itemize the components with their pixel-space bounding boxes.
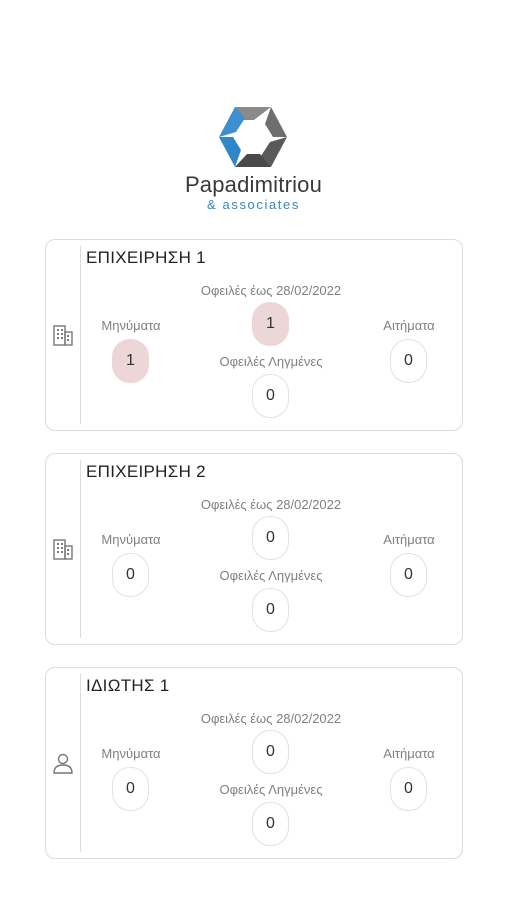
overdue-label: Οφειλές Ληγμένες: [219, 782, 323, 797]
messages-label: Μηνύματα: [101, 532, 161, 547]
requests-count[interactable]: 0: [390, 339, 427, 383]
entity-card-1[interactable]: ΕΠΙΧΕΙΡΗΣΗ 1 Οφειλές έως 28/02/2022 1 Μη…: [45, 239, 463, 431]
requests-label: Αιτήματα: [383, 746, 435, 761]
overdue-label: Οφειλές Ληγμένες: [219, 568, 323, 583]
requests-count[interactable]: 0: [390, 553, 427, 597]
logo-hexagon-icon: [219, 107, 287, 167]
due-label: Οφειλές έως 28/02/2022: [200, 497, 342, 512]
overdue-count[interactable]: 0: [252, 802, 289, 846]
person-icon: [53, 753, 73, 774]
overdue-label: Οφειλές Ληγμένες: [219, 354, 323, 369]
messages-count[interactable]: 0: [112, 767, 149, 811]
entity-card-3[interactable]: ΙΔΙΩΤΗΣ 1 Οφειλές έως 28/02/2022 0 Μηνύμ…: [45, 667, 463, 859]
card-title: ΕΠΙΧΕΙΡΗΣΗ 2: [86, 462, 206, 481]
requests-label: Αιτήματα: [383, 318, 435, 333]
card-divider: [80, 674, 81, 852]
messages-label: Μηνύματα: [101, 318, 161, 333]
brand-subtitle: & associates: [207, 197, 300, 212]
overdue-count[interactable]: 0: [252, 374, 289, 418]
due-count[interactable]: 0: [252, 730, 289, 774]
building-icon: [53, 539, 73, 560]
card-icon-column: [46, 668, 80, 858]
brand-name: Papadimitriou: [184, 172, 323, 197]
due-label: Οφειλές έως 28/02/2022: [200, 711, 342, 726]
overdue-count[interactable]: 0: [252, 588, 289, 632]
company-logo: Papadimitriou & associates: [0, 106, 507, 216]
due-count[interactable]: 0: [252, 516, 289, 560]
card-icon-column: [46, 240, 80, 430]
requests-count[interactable]: 0: [390, 767, 427, 811]
messages-label: Μηνύματα: [101, 746, 161, 761]
card-icon-column: [46, 454, 80, 644]
messages-count[interactable]: 1: [112, 339, 149, 383]
card-divider: [80, 246, 81, 424]
card-title: ΙΔΙΩΤΗΣ 1: [86, 676, 170, 695]
due-label: Οφειλές έως 28/02/2022: [200, 283, 342, 298]
card-divider: [80, 460, 81, 638]
card-title: ΕΠΙΧΕΙΡΗΣΗ 1: [86, 248, 206, 267]
requests-label: Αιτήματα: [383, 532, 435, 547]
entity-card-2[interactable]: ΕΠΙΧΕΙΡΗΣΗ 2 Οφειλές έως 28/02/2022 0 Μη…: [45, 453, 463, 645]
messages-count[interactable]: 0: [112, 553, 149, 597]
due-count[interactable]: 1: [252, 302, 289, 346]
building-icon: [53, 325, 73, 346]
